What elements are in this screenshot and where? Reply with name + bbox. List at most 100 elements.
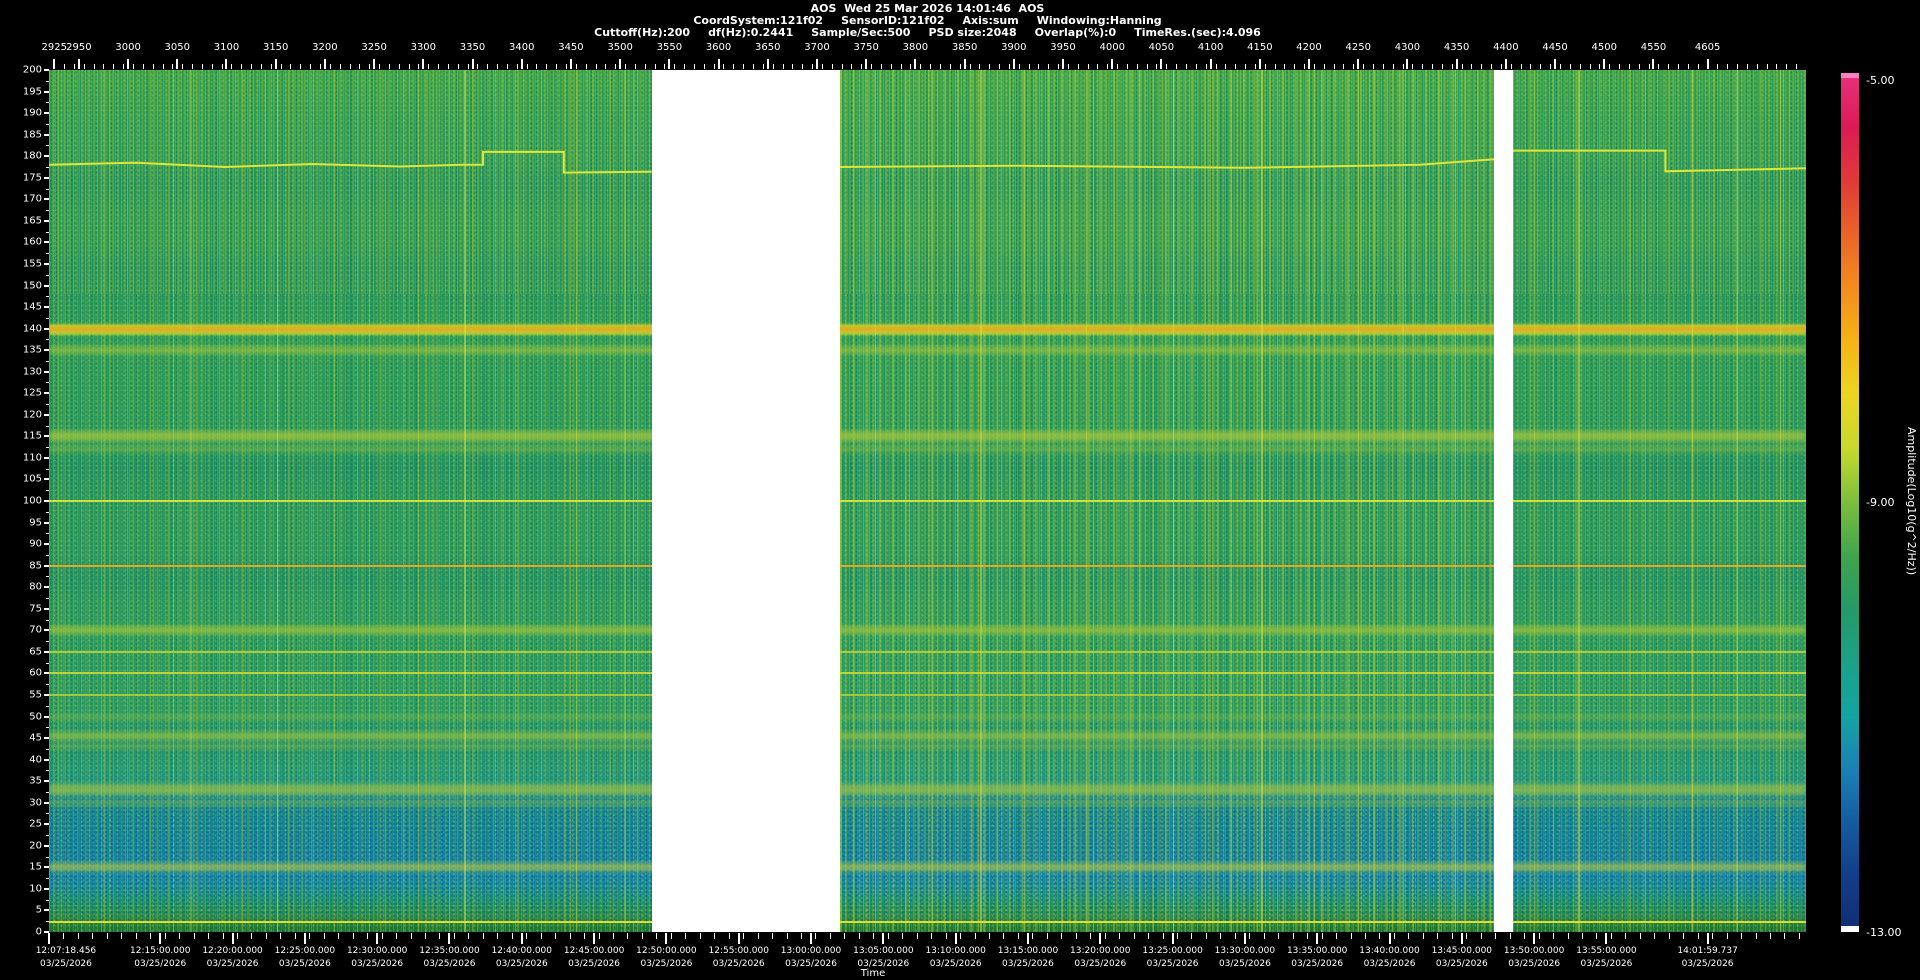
record-major-tick [1652,59,1655,69]
record-minor-tick [1018,64,1020,69]
record-minor-tick [890,64,892,69]
time-minor-tick [641,933,643,939]
record-minor-tick [1520,64,1522,69]
time-tick-label: 12:50:00.000 03/25/2026 [636,945,696,971]
record-minor-tick [133,64,134,69]
record-minor-tick [831,64,833,69]
record-minor-tick [1451,64,1453,69]
time-minor-tick [164,933,166,939]
freq-tick-label: 5 [35,904,42,916]
time-minor-tick [439,933,441,939]
record-minor-tick [802,64,804,69]
freq-tick-label: 55 [29,689,42,701]
time-tick-label: 12:55:00.000 03/25/2026 [708,945,768,971]
date-value: 03/25/2026 [568,959,621,969]
record-minor-tick [379,64,381,69]
record-minor-tick [1461,64,1463,69]
record-tick-label: 3600 [705,42,732,53]
record-minor-tick [1166,64,1168,69]
record-minor-tick [369,64,371,69]
freq-tick-label: 0 [35,926,42,938]
time-major-tick [882,933,885,944]
time-tick-label: 13:40:00.000 03/25/2026 [1359,945,1419,971]
record-major-tick [914,59,917,69]
time-tick-label: 12:20:00.000 03/25/2026 [202,945,262,971]
time-value: 13:15:00.000 [997,946,1059,956]
record-minor-tick [1756,64,1758,69]
time-minor-tick [829,933,831,939]
time-minor-tick [1712,933,1714,939]
time-minor-tick [786,933,788,939]
date-value: 03/25/2026 [640,959,693,969]
time-minor-tick [1769,933,1771,939]
time-minor-tick [1495,933,1497,939]
time-minor-tick [1191,933,1193,939]
time-minor-tick [1798,933,1800,939]
record-minor-tick [319,64,321,69]
record-minor-tick [172,64,174,69]
record-minor-tick [1186,64,1188,69]
record-minor-tick [1638,64,1640,69]
record-major-tick [1258,59,1261,69]
time-minor-tick [92,933,94,939]
time-tick-label: 13:30:00.000 03/25/2026 [1215,945,1275,971]
record-minor-tick [566,64,568,69]
time-tick-label: 13:00:00.000 03/25/2026 [781,945,841,971]
time-minor-tick [193,933,195,939]
record-minor-tick [880,64,882,69]
time-minor-tick [526,933,528,939]
record-tick-label: 3200 [312,42,338,53]
time-minor-tick [251,933,253,939]
record-minor-tick [329,64,331,69]
record-minor-tick [1569,64,1571,69]
freq-tick-label: 150 [22,280,42,291]
time-tick-label: 12:35:00.000 03/25/2026 [419,945,479,971]
time-minor-tick [367,933,369,939]
freq-tick-label: 175 [22,172,42,184]
time-tick-label: 13:25:00.000 03/25/2026 [1142,945,1202,971]
amplitude-axis-title: Amplitude(Log10(g^2/Hz)) [1905,426,1918,576]
time-tick-label: 12:25:00.000 03/25/2026 [275,945,335,971]
date-value: 03/25/2026 [1363,959,1416,969]
date-value: 03/25/2026 [712,959,765,969]
record-minor-tick [1097,64,1099,69]
record-tick-label: 4500 [1591,42,1617,53]
record-minor-tick [792,64,794,69]
record-tick-label: 3800 [902,42,929,53]
record-minor-tick [1058,64,1060,69]
time-minor-tick [974,933,976,939]
time-major-tick [303,933,306,944]
record-tick-label: 4000 [1099,42,1125,53]
record-minor-tick [634,64,636,69]
time-minor-tick [1581,933,1583,939]
time-tick-label: 13:35:00.000 03/25/2026 [1287,945,1347,971]
header-param: df(Hz):0.2441 [708,26,794,39]
time-minor-tick [265,933,267,939]
time-minor-tick [844,933,846,939]
record-major-tick [373,59,376,69]
time-tick-label: 12:07:18.456 03/25/2026 [36,945,96,971]
record-minor-tick [516,64,518,69]
freq-tick-label: 145 [22,301,42,313]
record-minor-tick [1038,64,1040,69]
freq-tick-label: 130 [22,366,42,378]
time-tick-label: 13:10:00.000 03/25/2026 [925,945,985,971]
time-minor-tick [1307,933,1309,939]
record-minor-tick [339,64,341,69]
record-minor-tick [1589,64,1591,69]
time-minor-tick [1726,933,1728,939]
freq-tick-label: 35 [29,775,42,787]
time-minor-tick [338,933,340,939]
record-minor-tick [290,64,292,69]
record-minor-tick [812,64,814,69]
time-minor-tick [960,933,962,939]
record-minor-tick [536,64,538,69]
record-minor-tick [1284,64,1286,69]
date-value: 03/25/2026 [39,959,92,969]
record-minor-tick [241,64,243,69]
time-minor-tick [743,933,745,939]
record-tick-label: 3300 [410,42,437,53]
record-minor-tick [1254,64,1256,69]
record-minor-tick [1313,64,1315,69]
time-minor-tick [815,933,817,939]
